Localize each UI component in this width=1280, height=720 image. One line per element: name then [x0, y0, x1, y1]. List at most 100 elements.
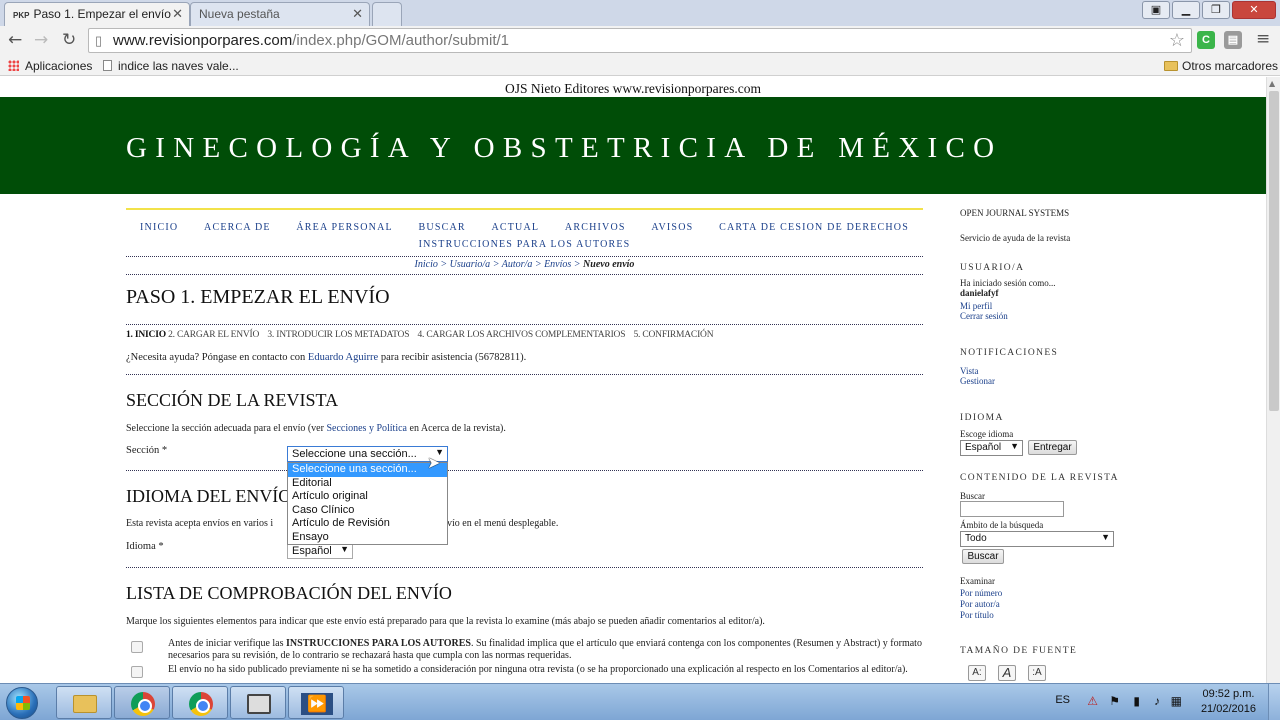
close-window-button[interactable]: ✕: [1232, 1, 1276, 19]
breadcrumb-item[interactable]: Envíos: [544, 259, 571, 270]
bookmark-item[interactable]: indice las naves vale...: [103, 59, 239, 73]
section-selected-value: Seleccione una sección...: [292, 448, 417, 460]
nav-item-buscar[interactable]: BUSCAR: [419, 222, 466, 233]
menu-icon[interactable]: ≡: [1256, 29, 1270, 49]
main-nav: INICIO ACERCA DE ÁREA PERSONAL BUSCAR AC…: [126, 219, 923, 253]
nav-item-avisos[interactable]: AVISOS: [651, 222, 693, 233]
logout-link[interactable]: Cerrar sesión: [960, 311, 1008, 321]
checklist-checkbox[interactable]: [131, 641, 143, 653]
grammarly-extension-icon[interactable]: C: [1197, 31, 1215, 49]
sections-policy-link[interactable]: Secciones y Política: [326, 423, 407, 434]
divider: [126, 208, 923, 210]
breadcrumb-item[interactable]: Usuario/a: [450, 259, 491, 270]
extension-icon[interactable]: ▤: [1224, 31, 1242, 49]
network-icon[interactable]: ▦: [1171, 694, 1182, 708]
nav-item-instrucciones[interactable]: INSTRUCCIONES PARA LOS AUTORES: [419, 239, 631, 250]
browse-by-title-link[interactable]: Por título: [960, 610, 994, 620]
input-language[interactable]: ES: [1055, 694, 1070, 706]
breadcrumb-item[interactable]: Inicio: [415, 259, 438, 270]
user-profile-icon[interactable]: ▣: [1142, 1, 1170, 19]
tab-title: Nueva pestaña: [199, 7, 280, 21]
my-profile-link[interactable]: Mi perfil: [960, 301, 992, 311]
maximize-button[interactable]: ❐: [1202, 1, 1230, 19]
dropdown-option[interactable]: Artículo de Revisión: [288, 517, 447, 531]
page-scrollbar[interactable]: ▲: [1266, 77, 1280, 683]
notifications-manage-link[interactable]: Gestionar: [960, 376, 995, 386]
nav-item-acerca[interactable]: ACERCA DE: [204, 222, 271, 233]
dropdown-option-selected[interactable]: Seleccione una sección...: [288, 463, 447, 477]
close-tab-icon[interactable]: ✕: [172, 6, 183, 22]
bookmark-apps[interactable]: Aplicaciones: [8, 59, 92, 73]
language-instructions-tail: nvío en el menú desplegable.: [442, 518, 559, 529]
scope-label: Ámbito de la búsqueda: [960, 520, 1044, 530]
help-link[interactable]: Servicio de ayuda de la revista: [960, 233, 1070, 243]
battery-icon[interactable]: ▮: [1133, 694, 1140, 708]
dropdown-option[interactable]: Caso Clínico: [288, 504, 447, 518]
close-tab-icon[interactable]: ✕: [352, 6, 363, 22]
section-select[interactable]: Seleccione una sección... ▼: [287, 446, 448, 462]
font-large-button[interactable]: :A: [1028, 665, 1046, 681]
back-icon[interactable]: ←: [8, 30, 22, 50]
start-button[interactable]: [6, 687, 38, 719]
nav-item-archivos[interactable]: ARCHIVOS: [565, 222, 626, 233]
tab-active[interactable]: PKP Paso 1. Empezar el envío ✕: [4, 2, 190, 26]
dropdown-option[interactable]: Ensayo: [288, 531, 447, 545]
reload-icon[interactable]: ↻: [62, 30, 76, 50]
taskbar-chrome-2[interactable]: [172, 686, 228, 719]
ojs-label[interactable]: OPEN JOURNAL SYSTEMS: [960, 208, 1069, 218]
folder-icon: [73, 695, 97, 713]
bookmark-label: indice las naves vale...: [118, 59, 239, 73]
browse-by-number-link[interactable]: Por número: [960, 588, 1002, 598]
new-tab-button[interactable]: [372, 2, 402, 26]
journal-title[interactable]: GINECOLOGÍA Y OBSTETRICIA DE MÉXICO: [126, 132, 1002, 165]
language-submit-button[interactable]: Entregar: [1028, 440, 1077, 455]
nav-item-carta[interactable]: CARTA DE CESION DE DERECHOS: [719, 222, 909, 233]
search-label: Buscar: [960, 491, 985, 501]
search-input[interactable]: [960, 501, 1064, 517]
nav-item-inicio[interactable]: INICIO: [140, 222, 178, 233]
nav-item-actual[interactable]: ACTUAL: [491, 222, 539, 233]
nav-item-area-personal[interactable]: ÁREA PERSONAL: [296, 222, 392, 233]
windows-logo-icon: [16, 696, 30, 710]
flag-icon[interactable]: ⚑: [1109, 694, 1120, 708]
network-alert-icon[interactable]: ⚠: [1087, 694, 1098, 708]
breadcrumb-item[interactable]: Autor/a: [502, 259, 533, 270]
taskbar-app[interactable]: [230, 686, 286, 719]
show-desktop-button[interactable]: [1268, 684, 1280, 720]
instructions-link[interactable]: INSTRUCCIONES PARA LOS AUTORES: [286, 638, 471, 649]
breadcrumb-current[interactable]: Nuevo envío: [583, 259, 634, 270]
language-select[interactable]: Español ▼: [287, 543, 353, 559]
browse-by-author-link[interactable]: Por autor/a: [960, 599, 1000, 609]
apps-grid-icon: [8, 60, 19, 71]
font-medium-button[interactable]: A: [998, 665, 1016, 681]
search-button[interactable]: Buscar: [962, 549, 1004, 564]
minimize-button[interactable]: ▁: [1172, 1, 1200, 19]
language-heading: IDIOMA DEL ENVÍO: [126, 486, 292, 506]
forward-icon[interactable]: →: [34, 30, 48, 50]
tab-new[interactable]: Nueva pestaña ✕: [190, 2, 370, 26]
bookmark-other[interactable]: Otros marcadores: [1164, 59, 1278, 73]
bookmark-star-icon[interactable]: ☆: [1169, 30, 1185, 51]
contact-link[interactable]: Eduardo Aguirre: [308, 352, 378, 363]
sidebar-language-select[interactable]: Español ▼: [960, 440, 1023, 456]
volume-icon[interactable]: ♪: [1154, 694, 1160, 708]
breadcrumb: Inicio > Usuario/a > Autor/a > Envíos > …: [414, 259, 635, 270]
checklist-checkbox[interactable]: [131, 666, 143, 678]
scrollbar-thumb[interactable]: [1269, 91, 1279, 411]
dropdown-option[interactable]: Artículo original: [288, 490, 447, 504]
dropdown-option[interactable]: Editorial: [288, 477, 447, 491]
username: danielafyf: [960, 288, 999, 298]
scope-value: Todo: [965, 533, 987, 544]
notifications-view-link[interactable]: Vista: [960, 366, 978, 376]
scroll-up-icon[interactable]: ▲: [1269, 79, 1275, 88]
taskbar-chrome[interactable]: [114, 686, 170, 719]
scope-select[interactable]: Todo ▼: [960, 531, 1114, 547]
font-small-button[interactable]: A:: [968, 665, 986, 681]
section-instructions: Seleccione la sección adecuada para el e…: [126, 423, 506, 434]
address-bar[interactable]: ▯ www.revisionporpares.com/index.php/GOM…: [88, 28, 1192, 53]
taskbar-media[interactable]: ⏩: [288, 686, 344, 719]
chrome-icon: [189, 692, 213, 716]
clock[interactable]: 09:52 p.m. 21/02/2016: [1201, 687, 1256, 717]
sidebar-language-value: Español: [965, 442, 1002, 453]
taskbar-explorer[interactable]: [56, 686, 112, 719]
